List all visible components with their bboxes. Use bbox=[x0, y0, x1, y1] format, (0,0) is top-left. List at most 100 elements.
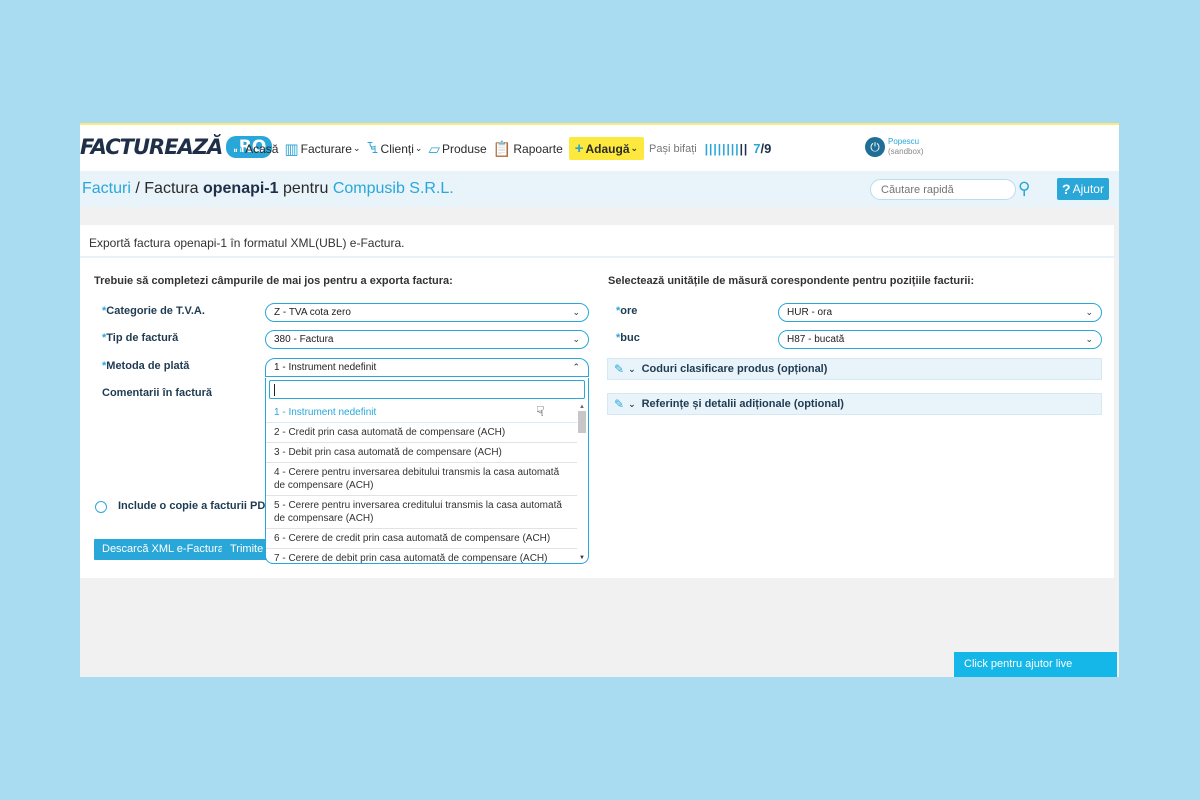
download-xml-button[interactable]: Descarcă XML e-Factura bbox=[94, 539, 232, 560]
references-collapse[interactable]: ✎ ⌄ Referințe și detalii adiționale (opt… bbox=[607, 393, 1102, 415]
scroll-up-icon[interactable]: ▲ bbox=[577, 403, 587, 411]
unit-ore-label: *ore bbox=[616, 305, 638, 317]
user-env: (sandbox) bbox=[888, 147, 924, 156]
breadcrumb-invoice: openapi-1 bbox=[202, 180, 279, 197]
dropdown-search-input[interactable] bbox=[269, 380, 585, 399]
payment-method-select[interactable]: 1 - Instrument nedefinit ⌃ bbox=[265, 358, 589, 377]
left-section-heading: Trebuie să completezi câmpurile de mai j… bbox=[94, 275, 453, 287]
nav-item-acas[interactable]: ⌂ Acasă bbox=[234, 140, 278, 157]
chevron-down-icon: ⌄ bbox=[630, 143, 639, 153]
logo-text: FACTUREAZĂ bbox=[80, 135, 223, 159]
vat-category-label: *Categorie de T.V.A. bbox=[102, 305, 205, 317]
products-icon: ▱ bbox=[428, 140, 440, 158]
nav-item-label: Acasă bbox=[245, 141, 279, 156]
hand-cursor-icon: ☟ bbox=[536, 403, 545, 419]
payment-method-label: *Metoda de plată bbox=[102, 360, 190, 372]
chevron-down-icon: ⌄ bbox=[628, 398, 636, 409]
tag-icon: ✎ bbox=[614, 362, 625, 376]
scroll-thumb[interactable] bbox=[578, 411, 586, 433]
include-pdf-radio[interactable] bbox=[95, 501, 107, 513]
references-label: Referințe și detalii adiționale (optiona… bbox=[641, 398, 844, 410]
breadcrumb: Facturi / Factura openapi-1 pentru Compu… bbox=[82, 180, 454, 198]
dropdown-option[interactable]: 3 - Debit prin casa automată de compensa… bbox=[266, 443, 577, 463]
dropdown-scrollbar[interactable]: ▲ ▼ bbox=[577, 403, 587, 561]
chevron-down-icon: ⌄ bbox=[572, 307, 580, 317]
user-menu[interactable]: ⏻ Popescu (sandbox) bbox=[865, 137, 924, 157]
chevron-down-icon: ⌄ bbox=[628, 363, 636, 374]
product-codes-label: Coduri clasificare produs (opțional) bbox=[641, 363, 828, 375]
steps-progress: Pași bifați |||||||||| 7/9 bbox=[649, 141, 771, 156]
export-panel: Exportă factura openapi-1 în formatul XM… bbox=[80, 225, 1114, 578]
quick-search-input[interactable] bbox=[870, 179, 1016, 200]
vat-category-select[interactable]: Z - TVA cota zero ⌄ bbox=[265, 303, 589, 322]
top-navigation: FACTUREAZĂ .RO ⌂ Acasă ▥ Facturare ⌄ ꔃ Clienți… bbox=[80, 125, 1119, 171]
scroll-down-icon[interactable]: ▼ bbox=[577, 555, 587, 561]
unit-buc-value: H87 - bucată bbox=[787, 334, 845, 345]
invoice-type-label: *Tip de factură bbox=[102, 332, 179, 344]
nav-item-clieni[interactable]: ꔃ Clienți ⌄ bbox=[367, 140, 423, 157]
nav-menu: ⌂ Acasă ▥ Facturare ⌄ ꔃ Clienți ⌄ ▱ Produse 📋 Rapoa… bbox=[234, 137, 650, 160]
vat-category-value: Z - TVA cota zero bbox=[274, 307, 351, 318]
dropdown-option[interactable]: 7 - Cerere de debit prin casa automată d… bbox=[266, 549, 577, 563]
unit-buc-select[interactable]: H87 - bucată ⌄ bbox=[778, 330, 1102, 349]
send-button[interactable]: Trimite bbox=[222, 539, 272, 560]
payment-method-value: 1 - Instrument nedefinit bbox=[274, 362, 377, 373]
app-window: FACTUREAZĂ .RO ⌂ Acasă ▥ Facturare ⌄ ꔃ Clienți… bbox=[80, 123, 1119, 677]
reports-icon: 📋 bbox=[492, 140, 512, 158]
breadcrumb-prefix: Factura bbox=[144, 180, 199, 197]
chevron-down-icon: ⌄ bbox=[1085, 334, 1093, 344]
add-menu-button[interactable]: + Adaugă ⌄ bbox=[568, 137, 645, 160]
nav-item-facturare[interactable]: ▥ Facturare ⌄ bbox=[284, 140, 360, 158]
nav-item-label: Rapoarte bbox=[513, 141, 563, 156]
dropdown-options: 1 - Instrument nedefinit 2 - Credit prin … bbox=[266, 403, 577, 563]
divider bbox=[80, 256, 1114, 258]
steps-done: 7 bbox=[753, 141, 761, 156]
plus-icon: + bbox=[574, 140, 584, 157]
dropdown-option[interactable]: 4 - Cerere pentru inversarea debitului t… bbox=[266, 463, 577, 496]
power-icon[interactable]: ⏻ bbox=[865, 137, 885, 157]
add-label: Adaugă bbox=[585, 141, 630, 156]
breadcrumb-root-link[interactable]: Facturi bbox=[82, 180, 131, 197]
invoices-icon: ▥ bbox=[284, 140, 299, 158]
nav-item-label: Clienți bbox=[380, 141, 414, 156]
dropdown-option[interactable]: 2 - Credit prin casa automată de compens… bbox=[266, 423, 577, 443]
breadcrumb-bar: Facturi / Factura openapi-1 pentru Compu… bbox=[80, 171, 1119, 207]
chevron-down-icon: ⌄ bbox=[572, 334, 580, 344]
steps-bar-icon: |||||||||| bbox=[704, 141, 749, 156]
invoice-type-value: 380 - Factura bbox=[274, 334, 334, 345]
product-codes-collapse[interactable]: ✎ ⌄ Coduri clasificare produs (opțional) bbox=[607, 358, 1102, 380]
chevron-up-icon: ⌃ bbox=[572, 362, 580, 372]
nav-item-label: Facturare bbox=[300, 141, 352, 156]
steps-label: Pași bifați bbox=[649, 142, 697, 155]
chevron-down-icon: ⌄ bbox=[414, 143, 423, 153]
right-section-heading: Selectează unitățile de măsură corespond… bbox=[608, 275, 975, 287]
dropdown-option[interactable]: 6 - Cerere de credit prin casa automată … bbox=[266, 529, 577, 549]
dropdown-option[interactable]: 5 - Cerere pentru inversarea creditului … bbox=[266, 496, 577, 529]
breadcrumb-client-link[interactable]: Compusib S.R.L. bbox=[333, 180, 454, 197]
unit-ore-select[interactable]: HUR - ora ⌄ bbox=[778, 303, 1102, 322]
panel-title: Exportă factura openapi-1 în formatul XM… bbox=[89, 236, 405, 250]
question-icon: ? bbox=[1062, 181, 1071, 197]
chevron-down-icon: ⌄ bbox=[352, 143, 361, 153]
nav-item-label: Produse bbox=[441, 141, 487, 156]
text-caret bbox=[274, 384, 275, 396]
user-name: Popescu bbox=[888, 137, 920, 146]
search-icon[interactable]: ⚲ bbox=[1018, 179, 1038, 199]
comments-label: Comentarii în factură bbox=[102, 387, 213, 399]
steps-total: /9 bbox=[760, 141, 772, 156]
dropdown-option[interactable]: 1 - Instrument nedefinit bbox=[266, 403, 577, 423]
breadcrumb-middle: pentru bbox=[282, 180, 329, 197]
steps-count: 7/9 bbox=[753, 141, 771, 156]
home-icon: ⌂ bbox=[234, 140, 244, 157]
live-help-button[interactable]: Click pentru ajutor live bbox=[954, 652, 1117, 677]
chevron-down-icon: ⌄ bbox=[1085, 307, 1093, 317]
nav-item-produse[interactable]: ▱ Produse bbox=[428, 140, 486, 158]
unit-ore-value: HUR - ora bbox=[787, 307, 833, 318]
nav-item-rapoarte[interactable]: 📋 Rapoarte bbox=[493, 140, 563, 158]
help-label: Ajutor bbox=[1072, 182, 1104, 196]
help-button[interactable]: ? Ajutor bbox=[1057, 178, 1109, 200]
unit-buc-label: *buc bbox=[616, 332, 640, 344]
tag-icon: ✎ bbox=[614, 397, 625, 411]
breadcrumb-separator: / bbox=[135, 180, 140, 197]
invoice-type-select[interactable]: 380 - Factura ⌄ bbox=[265, 330, 589, 349]
